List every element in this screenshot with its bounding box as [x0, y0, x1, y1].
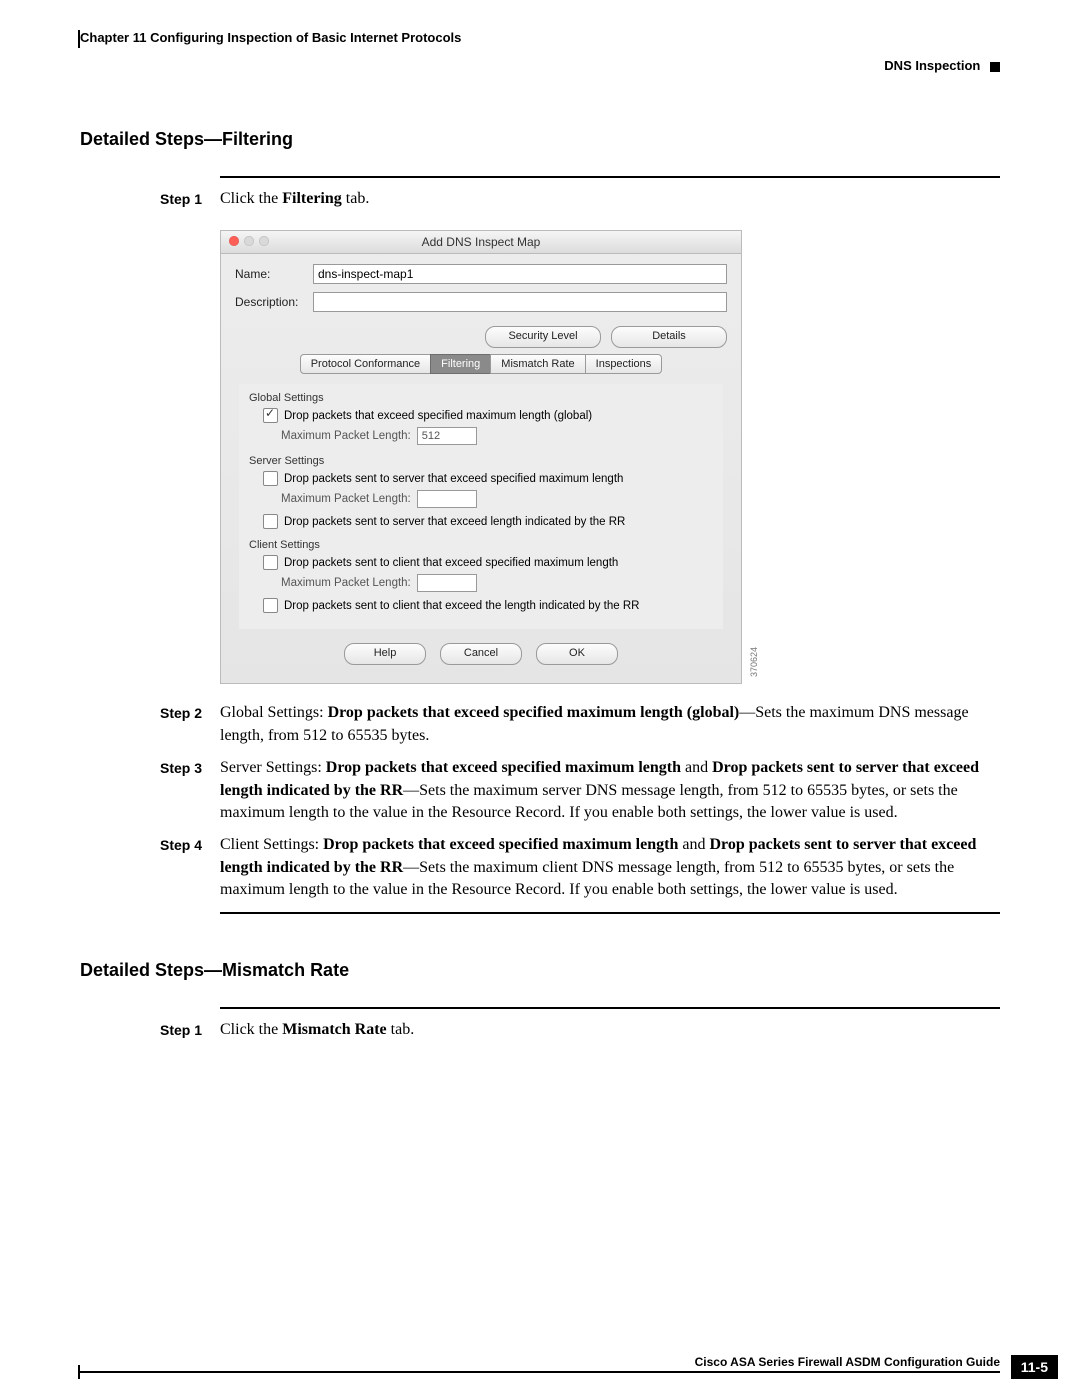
mismatch-step-1-pre: Click the: [220, 1021, 282, 1038]
close-icon[interactable]: [229, 236, 239, 246]
section-title-mismatch: Detailed Steps—Mismatch Rate: [80, 960, 1000, 981]
step-3-mid1: and: [681, 759, 712, 776]
security-level-button[interactable]: Security Level: [485, 326, 601, 348]
page-footer: Cisco ASA Series Firewall ASDM Configura…: [80, 1355, 1000, 1373]
tab-filtering[interactable]: Filtering: [430, 354, 491, 374]
ok-button[interactable]: OK: [536, 643, 618, 665]
help-button[interactable]: Help: [344, 643, 426, 665]
tab-inspections[interactable]: Inspections: [585, 354, 663, 374]
page-number: 11-5: [1011, 1355, 1058, 1379]
rule-3: [220, 1007, 1000, 1009]
step-1-bold: Filtering: [282, 190, 342, 207]
step-row-3: Step 3 Server Settings: Drop packets tha…: [160, 757, 1000, 824]
step-2-bold: Drop packets that exceed specified maxim…: [328, 704, 740, 721]
details-button[interactable]: Details: [611, 326, 727, 348]
tab-protocol-conformance[interactable]: Protocol Conformance: [300, 354, 431, 374]
tab-mismatch-rate[interactable]: Mismatch Rate: [490, 354, 585, 374]
name-field-label: Name:: [235, 267, 313, 281]
step-row-1: Step 1 Click the Filtering tab.: [160, 188, 1000, 210]
dialog-add-dns-inspect-map: Add DNS Inspect Map Name: dns-inspect-ma…: [220, 230, 742, 684]
header-left-mark: [78, 30, 80, 48]
footer-guide-title: Cisco ASA Series Firewall ASDM Configura…: [80, 1355, 1000, 1369]
filtering-panel: Global Settings Drop packets that exceed…: [239, 384, 723, 629]
step-1-post: tab.: [342, 190, 370, 207]
step-4-b1: Drop packets that exceed specified maxim…: [323, 836, 678, 853]
window-controls: [229, 236, 269, 246]
mpl-client-input[interactable]: [417, 574, 477, 592]
step-3-label: Step 3: [160, 757, 220, 824]
step-3-b1: Drop packets that exceed specified maxim…: [326, 759, 681, 776]
checkbox-server-drop-rr-label: Drop packets sent to server that exceed …: [284, 516, 625, 528]
checkbox-client-drop-rr[interactable]: [263, 598, 278, 613]
mismatch-step-row-1: Step 1 Click the Mismatch Rate tab.: [160, 1019, 1000, 1041]
step-2-body: Global Settings: Drop packets that excee…: [220, 702, 1000, 747]
description-input[interactable]: [313, 292, 727, 312]
mismatch-step-1-bold: Mismatch Rate: [282, 1021, 386, 1038]
mpl-server-label: Maximum Packet Length:: [281, 493, 411, 505]
step-2-label: Step 2: [160, 702, 220, 747]
step-1-body: Click the Filtering tab.: [220, 188, 369, 210]
dialog-title: Add DNS Inspect Map: [422, 235, 541, 249]
rule-1: [220, 176, 1000, 178]
checkbox-client-drop-rr-label: Drop packets sent to client that exceed …: [284, 600, 639, 612]
mismatch-step-1-post: tab.: [387, 1021, 415, 1038]
step-4-mid1: and: [678, 836, 709, 853]
mpl-client-label: Maximum Packet Length:: [281, 577, 411, 589]
section-title-filtering: Detailed Steps—Filtering: [80, 129, 1000, 150]
mpl-server-input[interactable]: [417, 490, 477, 508]
group-server-settings: Server Settings: [249, 455, 713, 467]
mpl-global-label: Maximum Packet Length:: [281, 430, 411, 442]
checkbox-server-drop-len-label: Drop packets sent to server that exceed …: [284, 473, 623, 485]
name-input[interactable]: dns-inspect-map1: [313, 264, 727, 284]
rule-2: [220, 912, 1000, 914]
step-2-pre: Global Settings:: [220, 704, 328, 721]
group-global-settings: Global Settings: [249, 392, 713, 404]
step-4-body: Client Settings: Drop packets that excee…: [220, 834, 1000, 901]
minimize-icon[interactable]: [244, 236, 254, 246]
checkbox-server-drop-len[interactable]: [263, 471, 278, 486]
description-field-label: Description:: [235, 295, 313, 309]
checkbox-global-drop-label: Drop packets that exceed specified maxim…: [284, 410, 592, 422]
figure-id: 370624: [749, 647, 759, 677]
footer-rule: [80, 1371, 1000, 1373]
section-header-text: DNS Inspection: [884, 58, 980, 73]
step-4-pre: Client Settings:: [220, 836, 323, 853]
group-client-settings: Client Settings: [249, 539, 713, 551]
checkbox-global-drop[interactable]: [263, 408, 278, 423]
tab-bar: Protocol Conformance Filtering Mismatch …: [235, 354, 727, 374]
chapter-header: Chapter 11 Configuring Inspection of Bas…: [80, 30, 1000, 45]
cancel-button[interactable]: Cancel: [440, 643, 522, 665]
mismatch-step-1-label: Step 1: [160, 1019, 220, 1041]
mpl-global-input[interactable]: 512: [417, 427, 477, 445]
step-1-label: Step 1: [160, 188, 220, 210]
checkbox-server-drop-rr[interactable]: [263, 514, 278, 529]
zoom-icon[interactable]: [259, 236, 269, 246]
step-row-2: Step 2 Global Settings: Drop packets tha…: [160, 702, 1000, 747]
step-3-pre: Server Settings:: [220, 759, 326, 776]
step-1-pre: Click the: [220, 190, 282, 207]
checkbox-client-drop-len-label: Drop packets sent to client that exceed …: [284, 557, 618, 569]
section-header: DNS Inspection: [884, 58, 1000, 73]
mismatch-step-1-body: Click the Mismatch Rate tab.: [220, 1019, 414, 1041]
checkbox-client-drop-len[interactable]: [263, 555, 278, 570]
dialog-titlebar: Add DNS Inspect Map: [221, 231, 741, 254]
header-square-icon: [990, 62, 1000, 72]
step-row-4: Step 4 Client Settings: Drop packets tha…: [160, 834, 1000, 901]
step-4-label: Step 4: [160, 834, 220, 901]
step-3-body: Server Settings: Drop packets that excee…: [220, 757, 1000, 824]
